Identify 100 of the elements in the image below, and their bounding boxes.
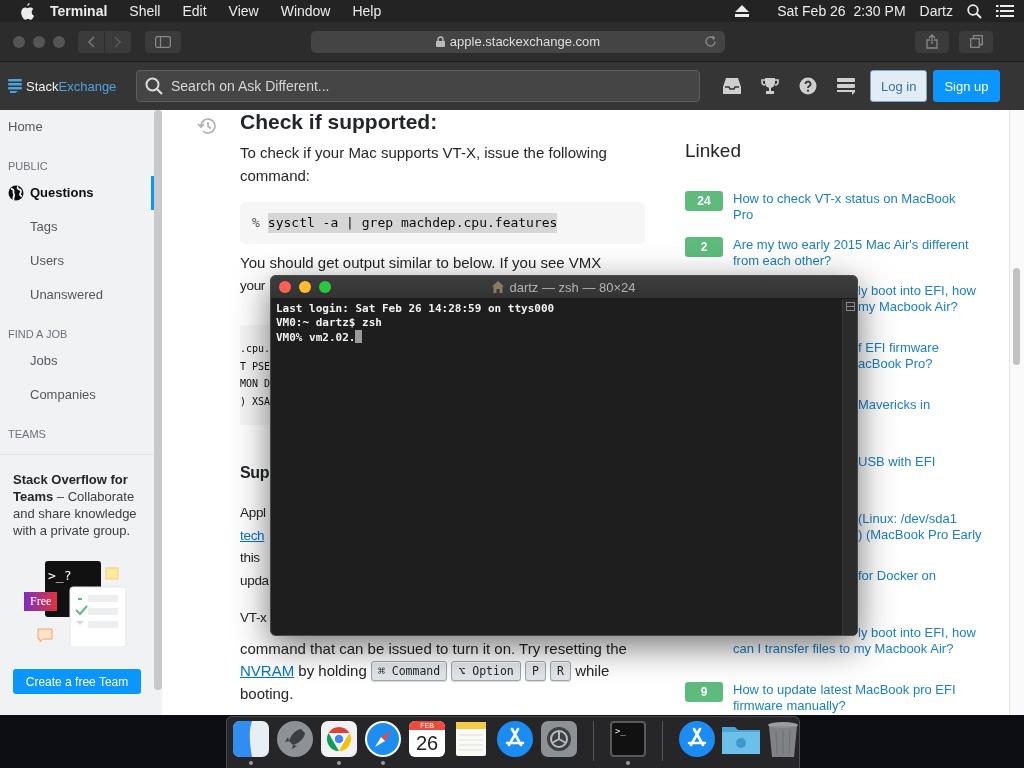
post-paragraph: You should get output similar to below. If you see VMX [240, 253, 603, 273]
nav-item[interactable]: Users [0, 244, 154, 278]
trophy-icon[interactable] [760, 77, 780, 95]
split-pane-icon[interactable] [845, 302, 855, 311]
question-link[interactable]: (Linux: /dev/sda1 ) (MacBook Pro Early [858, 511, 982, 543]
question-link[interactable]: Are my two early 2015 Mac Air's different from each other? [733, 237, 969, 269]
address-bar[interactable]: apple.stackexchange.com [311, 30, 725, 53]
menu-item[interactable]: Edit [171, 3, 218, 19]
sidebar-icon [155, 35, 171, 48]
window-title: dartz — zsh — 80×24 [509, 279, 636, 295]
question-link[interactable]: USB with EFI [858, 454, 936, 470]
paragraph-fragment: VT-x [240, 609, 267, 627]
terminal-line: Last login: Sat Feb 26 14:28:59 on ttys000 [276, 302, 555, 315]
tabs-icon [969, 35, 983, 48]
text-link[interactable]: NVRAM [240, 662, 295, 679]
log-in-button[interactable]: Log in [870, 70, 928, 102]
user-name[interactable]: Dartz [919, 3, 953, 19]
nav-item[interactable]: Jobs [0, 344, 154, 378]
chevron-left-icon [87, 35, 95, 48]
code-fragment: .cpu. [240, 342, 271, 356]
question-link[interactable]: How to check VT-x status on MacBook Pro [733, 191, 956, 223]
post-paragraph: command that can be issued to turn it on. Try resetting the NVRAM by holding ⌘ Command ⌥ Option P R while booting. [240, 638, 628, 704]
menu-item[interactable]: Help [341, 3, 393, 19]
gear-icon[interactable] [541, 721, 577, 757]
traffic-lights[interactable] [279, 281, 331, 293]
section-heading: TEAMS [7, 427, 47, 442]
prompt-label: >_? [48, 568, 72, 583]
menu-clock[interactable]: Sat Feb 26 2:30 PM [777, 3, 906, 19]
compass-icon[interactable] [365, 721, 401, 757]
paragraph-fragment: this [240, 549, 260, 567]
code-fragment: MON D [240, 377, 271, 391]
url-text: apple.stackexchange.com [449, 34, 601, 49]
nav-item[interactable]: Tags [0, 210, 154, 244]
nav-item[interactable]: Home [0, 110, 154, 144]
keyboard-key: ⌥ Option [451, 661, 521, 681]
search-icon[interactable] [967, 3, 982, 19]
terminal-line: VM0% vm2.02. [276, 331, 356, 344]
menu-item[interactable]: View [217, 3, 270, 19]
globe-icon [8, 185, 24, 201]
question-link[interactable]: f EFI firmware acBook Pro? [858, 340, 939, 372]
question-link[interactable]: ly boot into EFI, how [858, 625, 976, 641]
rocket-icon[interactable] [277, 721, 313, 757]
chevron-right-icon [114, 35, 122, 48]
lock-icon [435, 36, 445, 47]
app-store-icon[interactable] [678, 721, 715, 757]
keyboard-key: R [550, 661, 571, 681]
prompt-label: >_ [613, 725, 626, 737]
score-badge: 2 [685, 237, 723, 257]
code-fragment: ) XSA [240, 394, 271, 409]
terminal-line: VM0:~ dartz$ zsh [276, 316, 382, 329]
paragraph-fragment: upda [240, 571, 269, 590]
free-badge: Free [24, 592, 58, 611]
house-icon [492, 281, 505, 293]
paragraph-fragment: your [240, 277, 266, 295]
question-link[interactable]: can I transfer files to my Macbook Air? [733, 641, 954, 657]
menu-item[interactable]: Shell [118, 3, 172, 19]
day-label: 26 [415, 731, 439, 756]
nav-item[interactable]: Companies [0, 378, 154, 412]
notepad-icon[interactable] [453, 721, 489, 757]
tabs-button[interactable] [959, 30, 993, 53]
section-heading: FIND A JOB [7, 327, 69, 342]
section-heading: PUBLIC [7, 159, 49, 174]
list-icon[interactable] [996, 4, 1014, 18]
split-square-icon[interactable] [233, 721, 269, 757]
sidebar-heading: Linked [685, 139, 742, 163]
score-badge: 24 [685, 191, 723, 211]
share-button[interactable] [915, 30, 949, 53]
reload-icon[interactable] [704, 34, 717, 48]
question-link[interactable]: Mavericks in [858, 397, 931, 413]
section-heading: Check if supported: [240, 110, 439, 134]
eject-icon[interactable] [735, 5, 750, 17]
apple-icon [19, 2, 34, 20]
question-link[interactable]: How to update latest MacBook pro EFI firmware manually? [733, 682, 956, 714]
inbox-icon[interactable] [722, 77, 742, 95]
menu-title[interactable]: Terminal [34, 3, 119, 19]
text-link[interactable]: tech [240, 524, 265, 547]
menu-icon[interactable] [836, 77, 856, 95]
search-field[interactable]: Search on Ask Different... [136, 70, 700, 102]
paragraph-fragment: Appl [240, 504, 266, 522]
app-store-icon[interactable] [497, 721, 533, 757]
code-command: sysctl -a | grep machdep.cpu.features [267, 213, 558, 233]
nav-item[interactable]: Unanswered [0, 278, 154, 312]
post-paragraph: To check if your Mac supports VT-X, issue the following command: [240, 143, 608, 186]
prompt-symbol: % [252, 214, 260, 232]
share-icon [926, 34, 938, 49]
question-link[interactable]: for Docker on [858, 568, 937, 584]
keyboard-key: ⌘ Command [370, 661, 448, 681]
sidebar-button[interactable] [145, 30, 181, 53]
stack-icon [8, 79, 22, 93]
section-heading: Sup [240, 463, 270, 483]
score-badge: 9 [685, 682, 723, 702]
search-icon [145, 77, 163, 95]
keyboard-key: P [524, 661, 546, 681]
terminal-icon[interactable]: >_ [609, 721, 646, 757]
browser-icon[interactable] [321, 721, 357, 757]
question-link[interactable]: ly boot into EFI, how my Macbook Air? [858, 283, 976, 315]
site-logo-text: StackExchange [26, 78, 117, 94]
trash-icon[interactable] [766, 721, 799, 759]
help-icon[interactable] [798, 77, 818, 95]
menu-item[interactable]: Window [269, 3, 342, 19]
